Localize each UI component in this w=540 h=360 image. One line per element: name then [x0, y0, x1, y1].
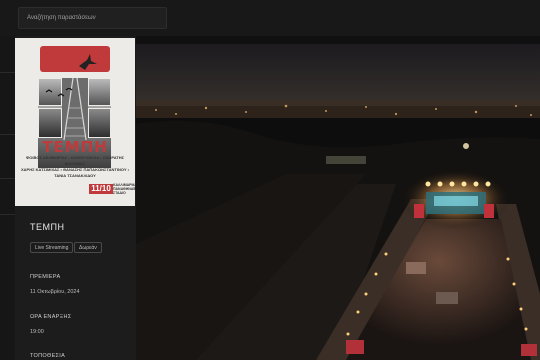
premiere-label: ΠΡΕΜΙΕΡΑ	[30, 274, 61, 280]
stadium-aerial-video-frame	[136, 44, 540, 360]
poster-venue: ΚΑΛΛΙΜΑΡΜΑΡΟ ΠΑΝΑΘΗΝΑΪΚΟ ΣΤΑΔΙΟ	[113, 183, 135, 195]
poster-venue-sub: ΠΑΝΑΘΗΝΑΪΚΟ ΣΤΑΔΙΟ	[113, 187, 135, 195]
birds-flock-icon	[45, 88, 73, 97]
event-poster: ΤΕΜΠΗ ΦΟΙΒΟΣ ΔΕΛΙΒΟΡΙΑΣ • ΚΟΨΟΓΙΟΚΛΙΑ • …	[15, 38, 135, 206]
start-time-value: 19:00	[30, 329, 44, 335]
top-bar: Αναζήτηση παραστάσεων	[0, 0, 540, 36]
left-nav-strip	[0, 36, 15, 360]
premiere-value: 11 Οκτωβρίου, 2024	[30, 289, 80, 295]
poster-red-band	[40, 46, 110, 72]
tag-live-streaming[interactable]: Live Streaming	[30, 242, 74, 253]
bird-icon	[79, 54, 97, 70]
poster-credits-line: ΧΑΡΗΣ ΚΑΤΣΙΜΙΧΑΣ • ΘΑΝΑΣΗΣ ΠΑΠΑΚΩΝΣΤΑΝΤΙ…	[21, 167, 130, 178]
poster-title: ΤΕΜΠΗ	[42, 138, 108, 156]
poster-date: 11/10	[89, 184, 113, 194]
video-player[interactable]	[136, 44, 540, 360]
start-time-label: ΩΡΑ ΕΝΑΡΞΗΣ	[30, 314, 72, 320]
search-input[interactable]: Αναζήτηση παραστάσεων	[18, 7, 167, 29]
venue-label: ΤΟΠΟΘΕΣΙΑ	[30, 353, 66, 359]
poster-credits: ΦΟΙΒΟΣ ΔΕΛΙΒΟΡΙΑΣ • ΚΟΨΟΓΙΟΚΛΙΑ • ΣΩΚΡΑΤ…	[21, 155, 129, 179]
event-title: ΤΕΜΠΗ	[30, 222, 65, 232]
poster-credits-line: ΦΟΙΒΟΣ ΔΕΛΙΒΟΡΙΑΣ • ΚΟΨΟΓΙΟΚΛΙΑ • ΣΩΚΡΑΤ…	[25, 155, 124, 166]
tag-free[interactable]: Δωρεάν	[74, 242, 102, 253]
page: Αναζήτηση παραστάσεων ΤΕΜΠΗ ΦΟΙΒΟΣ ΔΕΛΙΒ…	[0, 0, 540, 360]
video-top-bar	[136, 36, 540, 44]
